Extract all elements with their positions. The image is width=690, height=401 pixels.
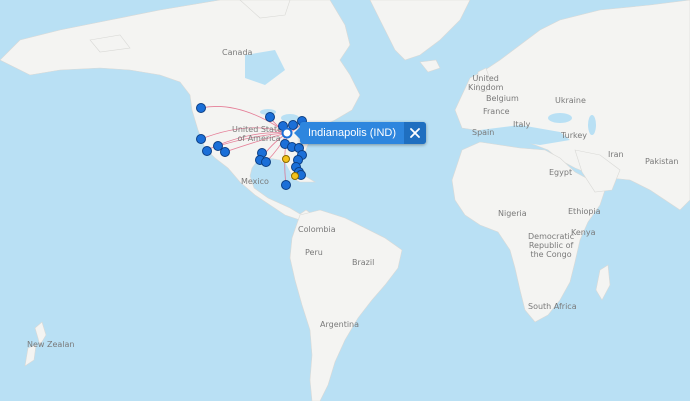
country-label-nigeria: Nigeria	[498, 209, 527, 218]
airport-pin[interactable]	[261, 157, 271, 167]
airport-pin[interactable]	[281, 180, 291, 190]
world-map[interactable]: Canada United States of America Mexico C…	[0, 0, 690, 401]
airport-pin[interactable]	[220, 147, 230, 157]
country-label-spain: Spain	[472, 128, 495, 137]
country-label-iran: Iran	[608, 150, 624, 159]
country-label-south-africa: South Africa	[528, 302, 577, 311]
country-label-argentina: Argentina	[320, 320, 360, 329]
selected-airport-tooltip[interactable]: Indianapolis (IND)	[294, 122, 427, 144]
airport-pin[interactable]	[265, 112, 275, 122]
country-label-ukraine: Ukraine	[555, 96, 586, 105]
country-label-brazil: Brazil	[352, 258, 375, 267]
country-label-colombia: Colombia	[298, 225, 336, 234]
close-icon	[410, 128, 420, 138]
country-label-italy: Italy	[513, 120, 531, 129]
country-label-pakistan: Pakistan	[645, 157, 679, 166]
country-label-france: France	[483, 107, 510, 116]
country-label-peru: Peru	[305, 248, 323, 257]
map-landmass	[0, 0, 690, 401]
tooltip-pointer	[294, 127, 300, 139]
selected-airport-marker[interactable]	[281, 127, 293, 139]
airport-pin[interactable]	[202, 146, 212, 156]
selected-airport-label: Indianapolis (IND)	[308, 127, 397, 139]
country-label-canada: Canada	[222, 48, 253, 57]
country-label-new-zealand: New Zealan	[27, 340, 75, 349]
country-label-kenya: Kenya	[571, 228, 596, 237]
country-label-drc: Democratic Republic of the Congo	[528, 232, 575, 259]
country-label-turkey: Turkey	[561, 131, 588, 140]
country-label-united-kingdom: United Kingdom	[468, 74, 504, 92]
close-button[interactable]	[404, 122, 427, 144]
airport-pin-secondary[interactable]	[282, 155, 290, 163]
country-label-ethiopia: Ethiopia	[568, 207, 601, 216]
airport-pin[interactable]	[196, 134, 206, 144]
airport-pin[interactable]	[196, 103, 206, 113]
airport-pin-secondary[interactable]	[291, 172, 299, 180]
country-label-egypt: Egypt	[549, 168, 573, 177]
country-label-mexico: Mexico	[241, 177, 269, 186]
country-label-belgium: Belgium	[486, 94, 519, 103]
